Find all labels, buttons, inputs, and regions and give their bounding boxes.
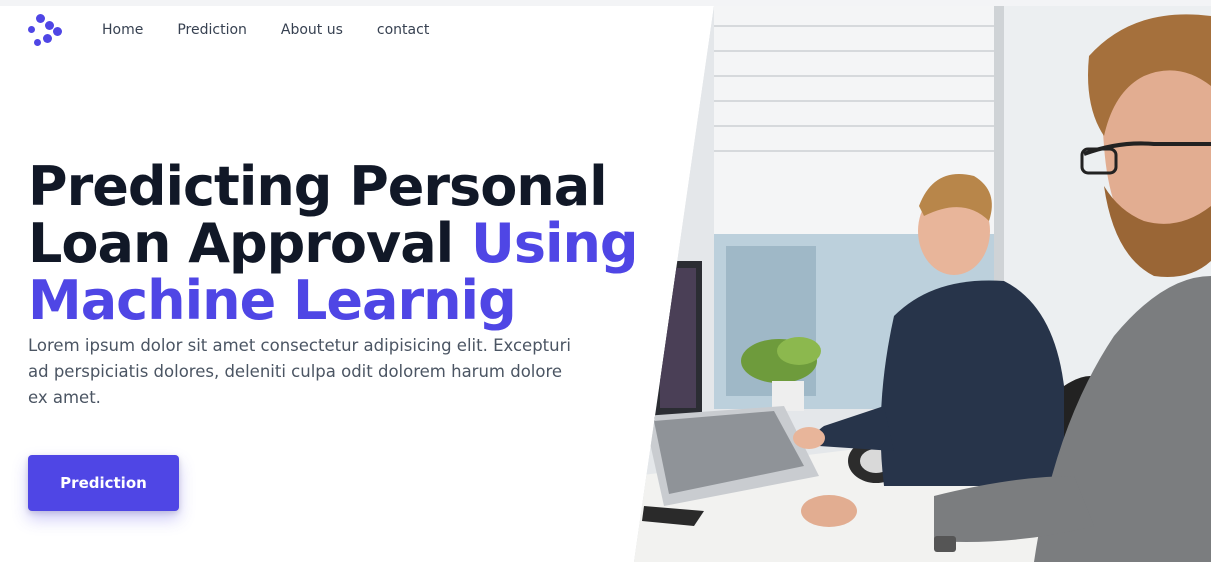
nav-link-about-us[interactable]: About us <box>281 22 343 38</box>
nav-link-contact[interactable]: contact <box>377 22 429 38</box>
hero-description: Lorem ipsum dolor sit amet consectetur a… <box>28 336 571 407</box>
office-photo <box>634 6 1211 562</box>
top-border <box>0 0 1211 6</box>
navbar: Home Prediction About us contact <box>28 10 463 50</box>
nav-link-home[interactable]: Home <box>102 22 143 38</box>
nav-link-prediction[interactable]: Prediction <box>177 22 247 38</box>
nav-links: Home Prediction About us contact <box>102 22 463 38</box>
prediction-button[interactable]: Prediction <box>28 455 179 511</box>
logo-icon[interactable] <box>28 10 68 50</box>
hero-title: Predicting Personal Loan Approval Using … <box>28 158 648 329</box>
